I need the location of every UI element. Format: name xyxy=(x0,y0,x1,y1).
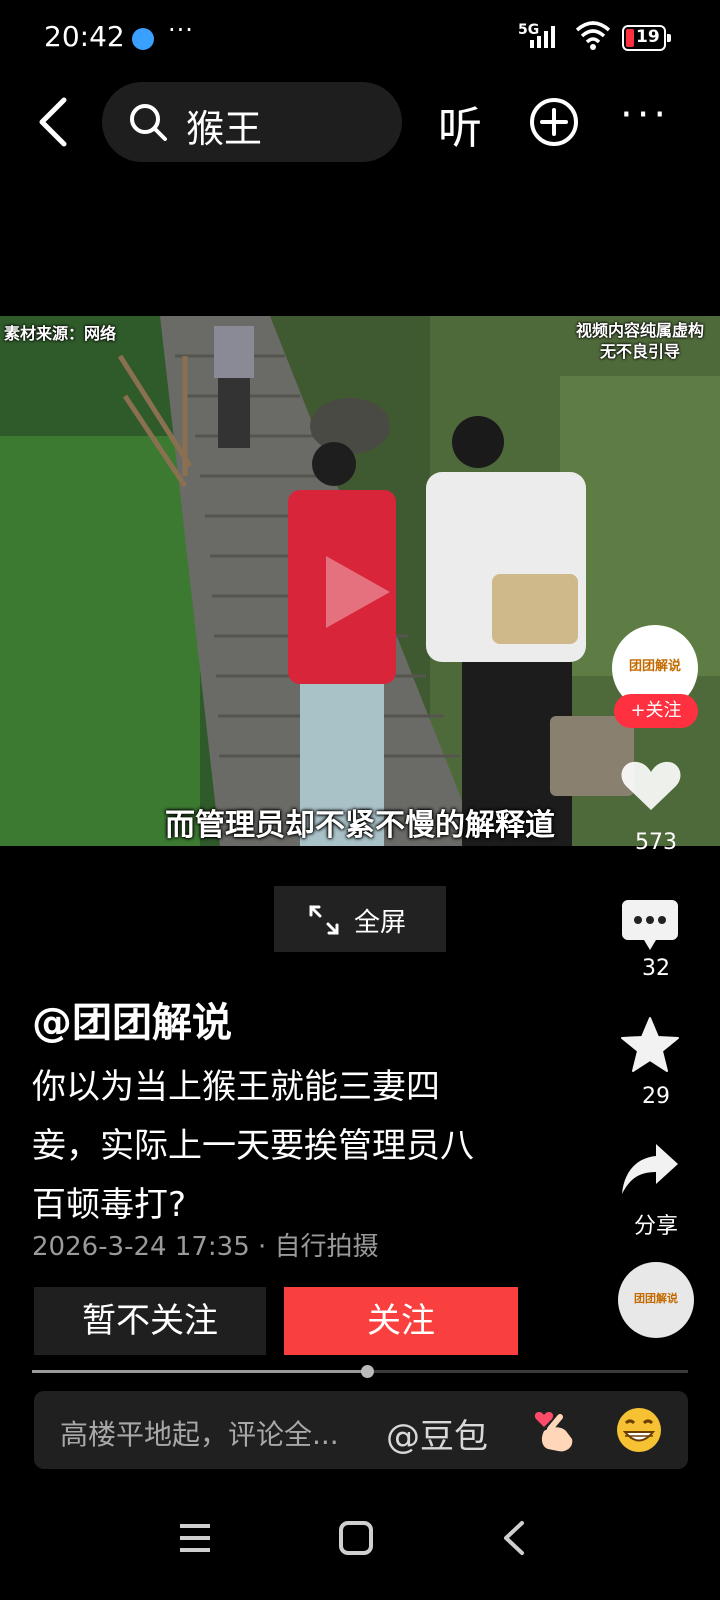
search-icon xyxy=(130,104,167,141)
battery-level: 19 xyxy=(636,27,660,47)
battery-icon: 19 xyxy=(622,25,671,51)
author-name[interactable]: @团团解说 xyxy=(32,990,232,1048)
progress-thumb[interactable] xyxy=(360,1365,374,1378)
fullscreen-button[interactable]: 全屏 xyxy=(274,886,446,952)
listen-button[interactable]: 听 xyxy=(438,92,482,156)
add-button[interactable] xyxy=(528,96,580,148)
follow-button[interactable]: 关注 xyxy=(284,1287,518,1355)
back-button[interactable] xyxy=(30,92,80,152)
like-icon[interactable] xyxy=(620,758,682,814)
disclaimer-line-1: 视频内容纯属虚构 xyxy=(575,321,704,340)
share-label: 分享 xyxy=(633,1214,678,1239)
video-subtitle: 而管理员却不紧不慢的解释道 xyxy=(165,808,555,843)
description-line-1: 你以为当上猴王就能三妻四 xyxy=(32,1067,440,1107)
video-progress-bar[interactable] xyxy=(32,1365,688,1378)
description-line-2: 妾，实际上一天要挨管理员八 xyxy=(32,1126,474,1166)
fullscreen-label: 全屏 xyxy=(354,908,407,938)
source-label: 素材来源：网络 xyxy=(4,324,117,343)
comment-count: 32 xyxy=(642,956,670,981)
system-nav-bar xyxy=(0,1500,720,1600)
wifi-icon xyxy=(575,21,611,50)
favorite-star-icon[interactable] xyxy=(620,1016,680,1074)
status-time: 20:42 xyxy=(44,20,125,53)
disclaimer-line-2: 无不良引导 xyxy=(599,342,680,361)
favorite-count: 29 xyxy=(642,1084,670,1109)
search-bar[interactable]: 猴王 xyxy=(102,82,402,162)
comment-placeholder: 高楼平地起，评论全... xyxy=(60,1418,339,1451)
finger-heart-emoji-icon[interactable] xyxy=(530,1405,580,1455)
more-menu-button[interactable]: ··· xyxy=(620,95,670,135)
post-description: 你以为当上猴王就能三妻四 妾，实际上一天要挨管理员八 百顿毒打? xyxy=(32,1058,552,1235)
no-follow-button[interactable]: 暂不关注 xyxy=(34,1287,266,1355)
status-bar: 20:42 ··· 5G 19 xyxy=(0,0,720,78)
comment-icon[interactable] xyxy=(620,898,680,954)
music-disc[interactable]: 团团解说 xyxy=(618,1262,694,1338)
grinning-emoji-icon[interactable] xyxy=(614,1405,664,1455)
like-count: 573 xyxy=(635,830,677,855)
share-icon[interactable] xyxy=(620,1142,680,1196)
post-meta: 2026-3-24 17:35 · 自行拍摄 xyxy=(32,1232,379,1262)
follow-pill-button[interactable]: +关注 xyxy=(614,694,698,728)
home-icon[interactable] xyxy=(338,1520,374,1556)
notification-app-icon xyxy=(132,28,154,50)
mention-doubao[interactable]: @豆包 xyxy=(386,1409,488,1458)
system-back-icon[interactable] xyxy=(498,1520,528,1556)
recent-apps-icon[interactable] xyxy=(178,1522,212,1554)
search-query: 猴王 xyxy=(186,107,263,151)
avatar-logo-text: 团团解说 xyxy=(628,659,681,674)
fullscreen-icon xyxy=(309,905,339,935)
music-disc-label: 团团解说 xyxy=(634,1292,678,1305)
signal-icon xyxy=(530,26,555,48)
progress-fill xyxy=(32,1370,367,1373)
comment-input[interactable]: 高楼平地起，评论全... @豆包 xyxy=(34,1391,688,1469)
notification-more-icon: ··· xyxy=(168,16,194,44)
play-icon[interactable] xyxy=(322,552,394,632)
video-disclaimer: 视频内容纯属虚构 无不良引导 xyxy=(576,320,704,362)
